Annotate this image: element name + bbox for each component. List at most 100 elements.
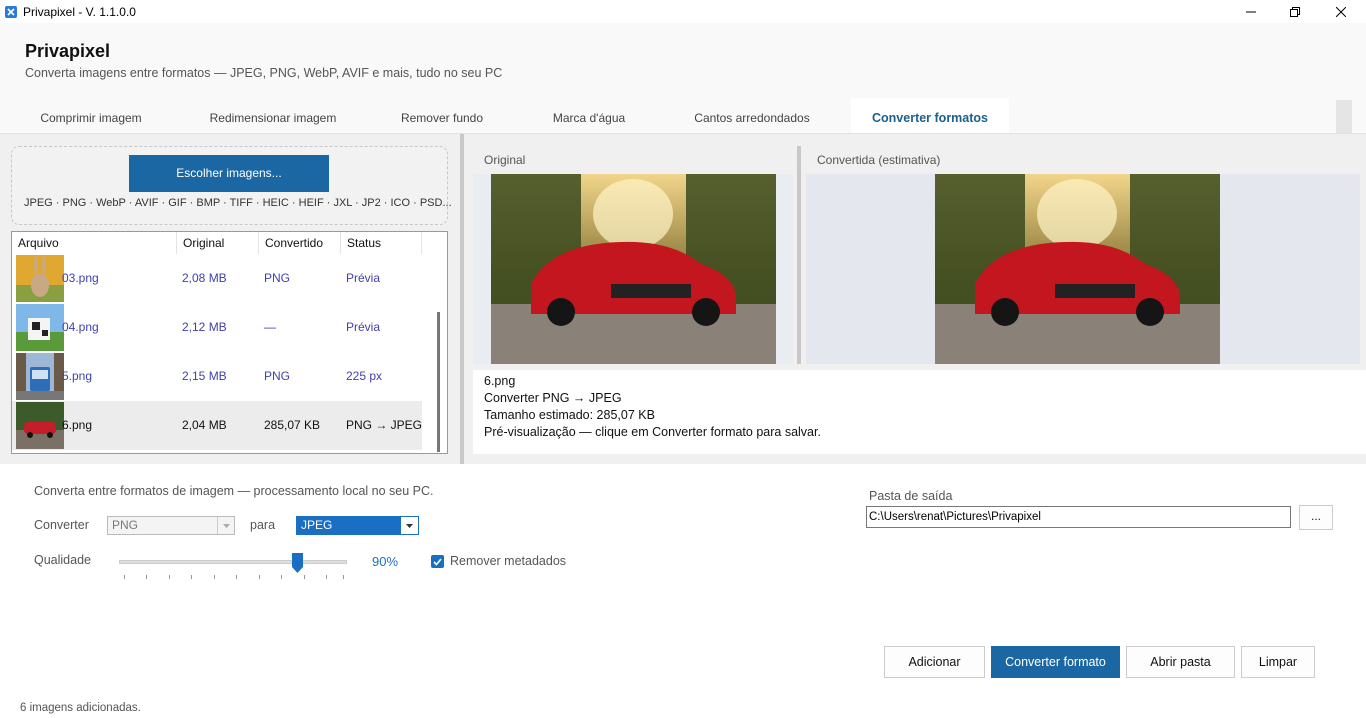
slider-tick bbox=[146, 575, 147, 579]
convert-format-button[interactable]: Converter formato bbox=[991, 646, 1120, 678]
converted-label: Convertida (estimativa) bbox=[817, 153, 941, 167]
file-name: 03.png bbox=[62, 271, 99, 285]
info-file-name: 6.png bbox=[484, 374, 516, 388]
add-button[interactable]: Adicionar bbox=[884, 646, 985, 678]
converted-preview-area bbox=[806, 174, 1360, 364]
slider-tick bbox=[281, 575, 282, 579]
status-text: 6 imagens adicionadas. bbox=[20, 702, 141, 714]
open-folder-button[interactable]: Abrir pasta bbox=[1126, 646, 1235, 678]
converted-preview-image bbox=[935, 174, 1220, 364]
original-size: 2,04 MB bbox=[182, 418, 227, 432]
tab-remover-fundo[interactable]: Remover fundo bbox=[384, 98, 500, 134]
table-row[interactable]: 5.png 2,15 MB PNG 225 px bbox=[12, 352, 422, 401]
app-subtitle: Converta imagens entre formatos — JPEG, … bbox=[25, 66, 503, 80]
info-estimated-size: Tamanho estimado: 285,07 KB bbox=[484, 408, 655, 422]
remove-metadata-label[interactable]: Remover metadados bbox=[450, 554, 566, 568]
to-format-value: JPEG bbox=[301, 518, 333, 532]
file-name: 04.png bbox=[62, 320, 99, 334]
slider-tick bbox=[343, 575, 344, 579]
file-name: 6.png bbox=[62, 418, 93, 432]
quality-value: 90% bbox=[372, 554, 399, 569]
col-header-convertido[interactable]: Convertido bbox=[259, 232, 341, 254]
original-size: 2,15 MB bbox=[182, 369, 227, 383]
file-name: 5.png bbox=[62, 369, 93, 383]
original-preview-area bbox=[473, 174, 793, 364]
converted-value: PNG bbox=[264, 369, 291, 383]
window-title: Privapixel - V. 1.1.0.0 bbox=[23, 4, 136, 19]
quality-label: Qualidade bbox=[34, 553, 91, 567]
original-size: 2,12 MB bbox=[182, 320, 227, 334]
converted-value: 285,07 KB bbox=[264, 418, 321, 432]
restore-button[interactable] bbox=[1272, 0, 1318, 23]
thumbnail-car bbox=[16, 402, 64, 449]
file-table[interactable]: Arquivo Original Convertido Status 03.pn… bbox=[11, 231, 448, 454]
info-hint: Pré-visualização — clique em Converter f… bbox=[484, 425, 821, 439]
file-panel: Escolher imagens... JPEG · PNG · WebP · … bbox=[0, 134, 458, 464]
col-header-status[interactable]: Status bbox=[341, 232, 422, 254]
tab-converter[interactable]: Converter formatos bbox=[851, 98, 1009, 134]
drop-zone[interactable]: Escolher imagens... JPEG · PNG · WebP · … bbox=[11, 146, 452, 225]
slider-tick bbox=[259, 575, 260, 579]
tab-scroll-button[interactable] bbox=[1336, 100, 1352, 134]
preview-info: 6.png Converter PNG → JPEG Tamanho estim… bbox=[473, 370, 1366, 454]
chevron-down-icon bbox=[217, 517, 234, 534]
supported-formats: JPEG · PNG · WebP · AVIF · GIF · BMP · T… bbox=[24, 197, 452, 209]
slider-tick bbox=[326, 575, 327, 579]
info-conversion: Converter PNG → JPEG bbox=[484, 391, 622, 405]
status-value: PNG → JPEG bbox=[346, 418, 423, 432]
close-button[interactable] bbox=[1318, 0, 1364, 23]
tab-cantos[interactable]: Cantos arredondados bbox=[678, 98, 826, 134]
close-icon bbox=[1336, 6, 1346, 17]
clear-button[interactable]: Limpar bbox=[1241, 646, 1315, 678]
col-header-original[interactable]: Original bbox=[177, 232, 259, 254]
slider-tick bbox=[304, 575, 305, 579]
to-format-select[interactable]: JPEG bbox=[296, 516, 419, 535]
chevron-down-icon bbox=[401, 517, 418, 534]
slider-tick bbox=[124, 575, 125, 579]
table-scrollbar[interactable] bbox=[437, 312, 440, 452]
table-row[interactable]: 04.png 2,12 MB — Prévia bbox=[12, 303, 422, 352]
choose-images-button[interactable]: Escolher imagens... bbox=[129, 155, 329, 192]
app-icon bbox=[5, 5, 17, 18]
tab-redimensionar[interactable]: Redimensionar imagem bbox=[192, 98, 354, 134]
from-format-value: PNG bbox=[112, 518, 139, 532]
title-bar: Privapixel - V. 1.1.0.0 bbox=[0, 0, 1366, 23]
tab-comprimir[interactable]: Comprimir imagem bbox=[20, 98, 162, 134]
status-value: 225 px bbox=[346, 369, 383, 383]
quality-slider-track[interactable] bbox=[119, 560, 347, 564]
original-size: 2,08 MB bbox=[182, 271, 227, 285]
thumbnail-cow bbox=[16, 304, 64, 351]
from-format-select[interactable]: PNG bbox=[107, 516, 235, 535]
minimize-button[interactable] bbox=[1228, 0, 1274, 23]
preview-panel: Original Convertida (estimativa) 6.png C… bbox=[464, 134, 1366, 464]
thumbnail-bus bbox=[16, 353, 64, 400]
slider-tick bbox=[169, 575, 170, 579]
output-folder-label: Pasta de saída bbox=[869, 489, 953, 503]
converted-value: — bbox=[264, 320, 276, 334]
slider-tick bbox=[236, 575, 237, 579]
col-header-arquivo[interactable]: Arquivo bbox=[12, 232, 177, 254]
original-preview-image bbox=[491, 174, 776, 364]
converted-value: PNG bbox=[264, 271, 291, 285]
status-value: Prévia bbox=[346, 320, 381, 334]
app-name: Privapixel bbox=[25, 41, 111, 61]
remove-metadata-checkbox[interactable] bbox=[431, 555, 444, 568]
table-row-selected[interactable]: 6.png 2,04 MB 285,07 KB PNG → JPEG bbox=[12, 401, 422, 450]
output-folder-input[interactable]: C:\Users\renat\Pictures\Privapixel bbox=[866, 506, 1291, 528]
to-label: para bbox=[250, 518, 276, 532]
slider-tick bbox=[191, 575, 192, 579]
tab-bar: Comprimir imagem Redimensionar imagem Re… bbox=[0, 98, 1366, 134]
slider-tick bbox=[214, 575, 215, 579]
tab-marca-dagua[interactable]: Marca d'água bbox=[530, 98, 648, 134]
minimize-icon bbox=[1246, 11, 1256, 12]
thumbnail-rabbit bbox=[16, 255, 64, 302]
status-value: Prévia bbox=[346, 271, 381, 285]
browse-button[interactable]: ... bbox=[1299, 505, 1333, 530]
original-label: Original bbox=[484, 153, 526, 167]
restore-icon bbox=[1290, 6, 1300, 17]
preview-separator bbox=[797, 146, 801, 364]
table-row[interactable]: 03.png 2,08 MB PNG Prévia bbox=[12, 254, 422, 303]
check-icon bbox=[433, 557, 442, 566]
quality-slider-thumb[interactable] bbox=[292, 553, 303, 573]
settings-description: Converta entre formatos de imagem — proc… bbox=[34, 484, 434, 498]
